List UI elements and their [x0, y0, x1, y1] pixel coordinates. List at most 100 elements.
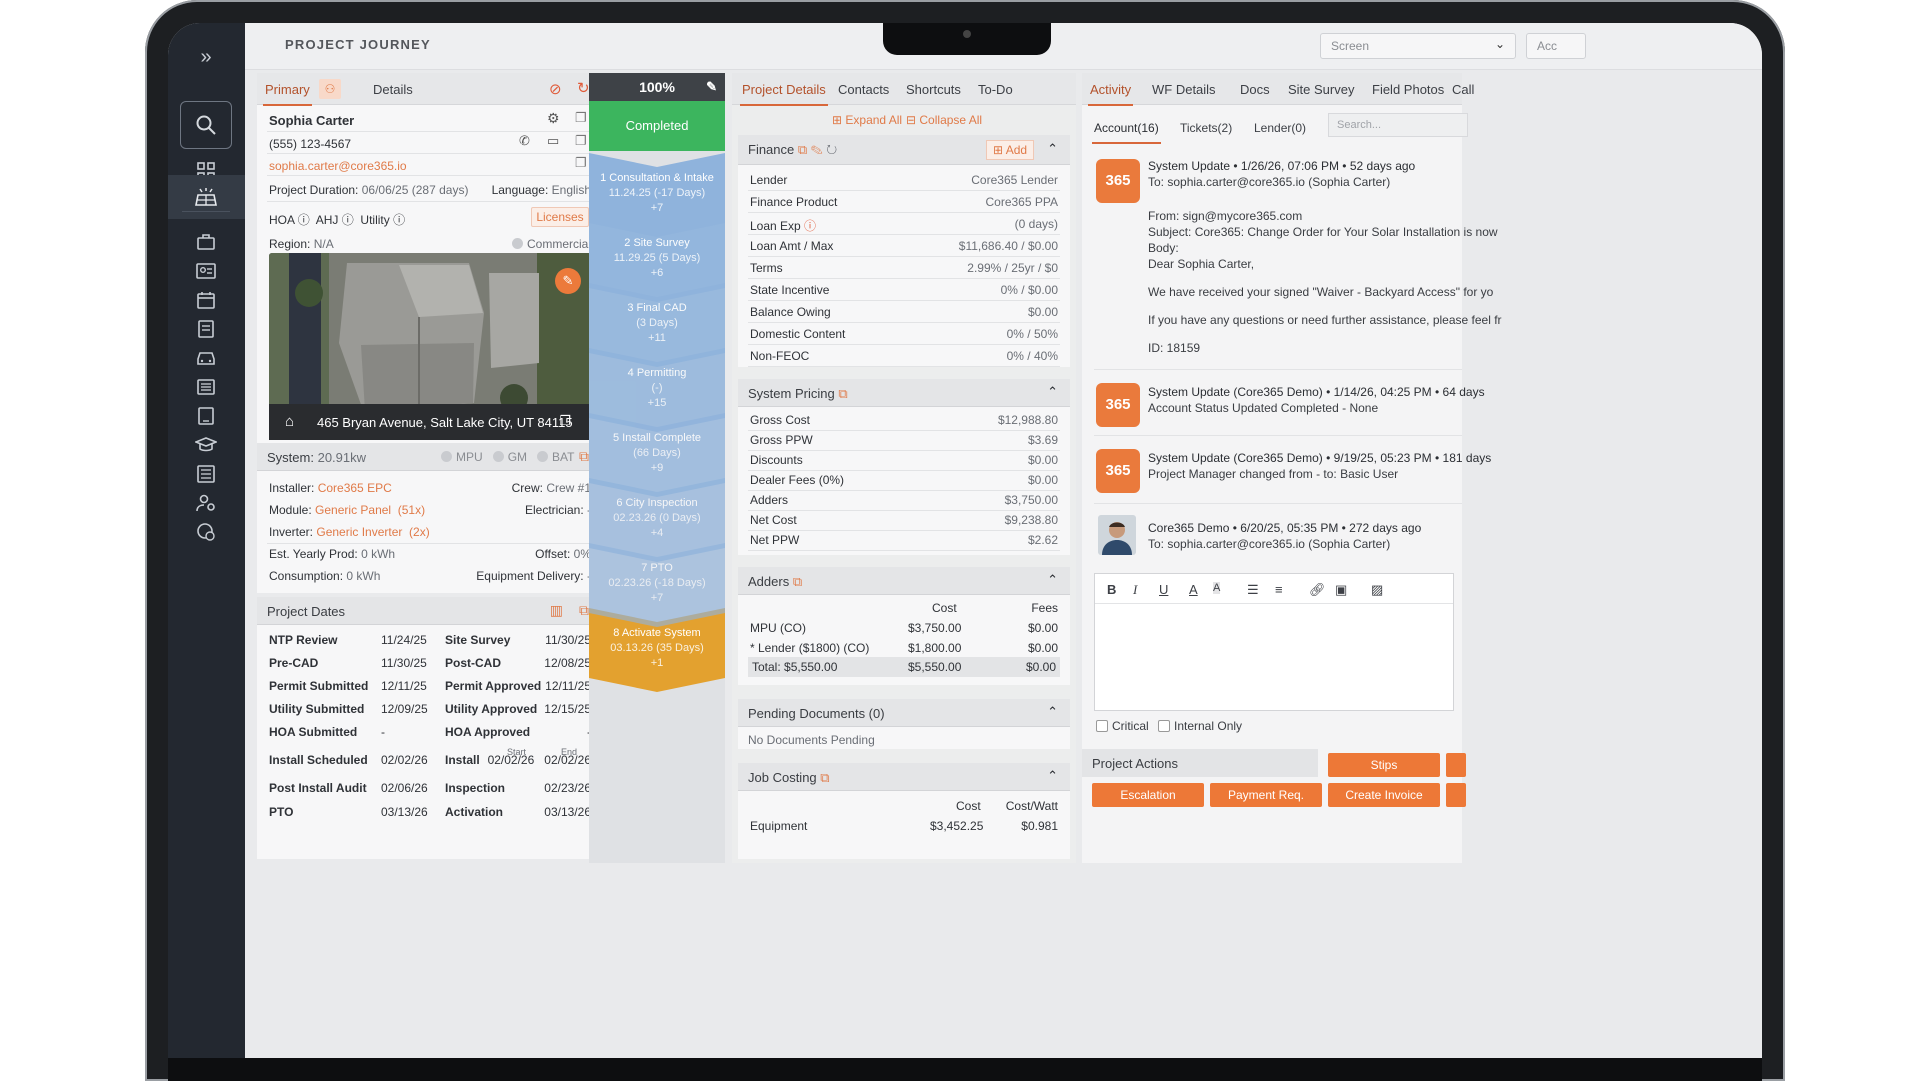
tab-shortcuts[interactable]: Shortcuts [906, 82, 961, 97]
solar-panel-icon[interactable] [186, 181, 226, 213]
tab-project-details[interactable]: Project Details [740, 82, 828, 106]
bold-icon[interactable]: B [1107, 582, 1116, 597]
list-icon[interactable] [186, 371, 226, 403]
collapse-chevron-icon[interactable]: ⌃ [1047, 384, 1058, 400]
tab-docs[interactable]: Docs [1240, 82, 1270, 97]
italic-icon[interactable]: I [1133, 582, 1137, 598]
edit-map-icon[interactable]: ✎ [555, 268, 581, 294]
cancel-icon[interactable]: ⊘ [549, 80, 562, 98]
external-link-icon[interactable]: ⧉ [579, 448, 589, 465]
stage-delta: +7 [650, 202, 664, 214]
briefcase-icon[interactable] [186, 226, 226, 258]
user-settings-icon[interactable] [186, 487, 226, 519]
contact-card-icon[interactable] [186, 255, 226, 287]
expand-all-button[interactable]: ⊞ Expand All [832, 113, 902, 127]
adders-total-fee: $0.00 [1025, 660, 1056, 674]
collapse-chevron-icon[interactable]: ⌃ [1047, 141, 1058, 157]
customer-phone[interactable]: (555) 123-4567 [269, 137, 591, 151]
message-icon[interactable]: ▭ [547, 133, 559, 149]
info-icon[interactable]: ⓘ [298, 213, 310, 227]
timeline-stage[interactable]: 1 Consultation & Intake 11.24.25 (-17 Day… [589, 153, 725, 237]
more-actions-button[interactable] [1446, 783, 1466, 807]
tab-call[interactable]: Call [1452, 82, 1474, 97]
link-icon[interactable]: 🔗︎ [1309, 582, 1326, 598]
internal-only-checkbox[interactable]: Internal Only [1158, 719, 1242, 733]
collapse-chevron-icon[interactable]: ⌃ [1047, 768, 1058, 784]
vehicle-icon[interactable] [186, 342, 226, 374]
embed-icon[interactable]: ▣ [1335, 582, 1347, 598]
customer-email[interactable]: sophia.carter@core365.io [269, 159, 591, 173]
expand-icon[interactable]: » [186, 41, 226, 73]
copy-icon[interactable]: ❐ [559, 413, 571, 429]
phone-icon[interactable]: ✆ [519, 133, 530, 149]
activity-column: Activity WF Details Docs Site Survey Fie… [1082, 73, 1502, 863]
graduation-cap-icon[interactable] [186, 429, 226, 461]
text-color-icon[interactable]: A [1189, 582, 1198, 597]
inverter-value[interactable]: Generic Inverter (2x) [316, 525, 429, 539]
add-contact-icon[interactable]: ⚇ [319, 79, 341, 99]
duration-value: 06/06/25 (287 days) [361, 183, 469, 197]
create-invoice-button[interactable]: Create Invoice [1328, 783, 1440, 807]
date-label: HOA Approved [445, 725, 531, 739]
external-link-icon[interactable]: ⧉ [838, 386, 847, 401]
collapse-all-button[interactable]: ⊟ Collapse All [906, 113, 982, 127]
ordered-list-icon[interactable]: ☰ [1247, 582, 1259, 598]
critical-checkbox[interactable]: Critical [1096, 719, 1149, 733]
copy-icon[interactable]: ❐ [575, 133, 587, 149]
info-icon[interactable]: ⓘ [342, 213, 354, 227]
screen-select[interactable]: Screen ⌄ [1320, 33, 1516, 59]
external-link-icon[interactable]: ⧉ [793, 574, 802, 589]
escalation-button[interactable]: Escalation [1092, 783, 1204, 807]
tab-details[interactable]: Details [373, 82, 413, 97]
copy-icon[interactable]: ❐ [575, 110, 587, 126]
subtab-lender[interactable]: Lender(0) [1254, 121, 1306, 135]
module-value[interactable]: Generic Panel (51x) [315, 503, 425, 517]
calendar-icon[interactable] [186, 284, 226, 316]
installer-value[interactable]: Core365 EPC [318, 481, 392, 495]
subtab-account[interactable]: Account(16) [1092, 121, 1161, 144]
tab-field-photos[interactable]: Field Photos [1372, 82, 1444, 97]
underline-icon[interactable]: U [1159, 582, 1168, 597]
refresh-icon[interactable]: ↻ [577, 79, 590, 97]
tab-todo[interactable]: To-Do [978, 82, 1013, 97]
tab-primary[interactable]: Primary [263, 82, 312, 106]
external-link-icon[interactable]: ⧉ [579, 602, 589, 619]
add-finance-button[interactable]: ⊞ Add [986, 140, 1034, 160]
payment-request-button[interactable]: Payment Req. [1210, 783, 1322, 807]
expand-all-label: Expand All [845, 113, 903, 127]
note-editor[interactable]: B I U A A ☰ ≡ 🔗︎ ▣ ▨ [1094, 573, 1454, 711]
stage-delta: +9 [650, 462, 664, 474]
copy-icon[interactable]: ❐ [575, 155, 587, 171]
subtab-tickets[interactable]: Tickets(2) [1180, 121, 1232, 135]
tab-site-survey[interactable]: Site Survey [1288, 82, 1354, 97]
stips-button[interactable]: Stips [1328, 753, 1440, 777]
highlight-icon[interactable]: A [1213, 582, 1221, 594]
checklist-icon[interactable] [186, 458, 226, 490]
info-icon[interactable]: ⓘ [393, 213, 405, 227]
clock-badge-icon[interactable] [186, 516, 226, 548]
more-actions-button[interactable] [1446, 753, 1466, 777]
bullet-list-icon[interactable]: ≡ [1275, 582, 1283, 597]
report-icon[interactable] [186, 313, 226, 345]
user-gear-icon[interactable]: ⚙ [547, 110, 560, 127]
refresh-icon[interactable]: ↻ [826, 142, 837, 157]
external-link-icon[interactable]: ⧉ [798, 142, 807, 157]
external-link-icon[interactable]: ⧉ [820, 770, 829, 785]
pencil-icon[interactable]: ✎ [811, 142, 823, 157]
job-cost-value: $3,452.25 [930, 819, 984, 833]
tab-contacts[interactable]: Contacts [838, 82, 889, 97]
tab-wf-details[interactable]: WF Details [1152, 82, 1216, 97]
pencil-icon[interactable]: ✎ [706, 73, 717, 101]
activity-search-input[interactable]: Search... [1328, 113, 1468, 137]
chart-icon[interactable]: ▥ [550, 602, 563, 619]
warning-icon[interactable]: ⓘ [801, 219, 816, 233]
account-select[interactable]: Acc [1526, 33, 1586, 59]
commercial-flag[interactable]: Commercial [511, 237, 591, 251]
collapse-chevron-icon[interactable]: ⌃ [1047, 572, 1058, 588]
document-icon[interactable] [186, 400, 226, 432]
image-icon[interactable]: ▨ [1371, 582, 1383, 598]
search-button[interactable] [180, 101, 232, 149]
licenses-button[interactable]: Licenses [531, 207, 589, 227]
tab-activity[interactable]: Activity [1087, 82, 1134, 106]
collapse-chevron-icon[interactable]: ⌃ [1047, 704, 1058, 720]
